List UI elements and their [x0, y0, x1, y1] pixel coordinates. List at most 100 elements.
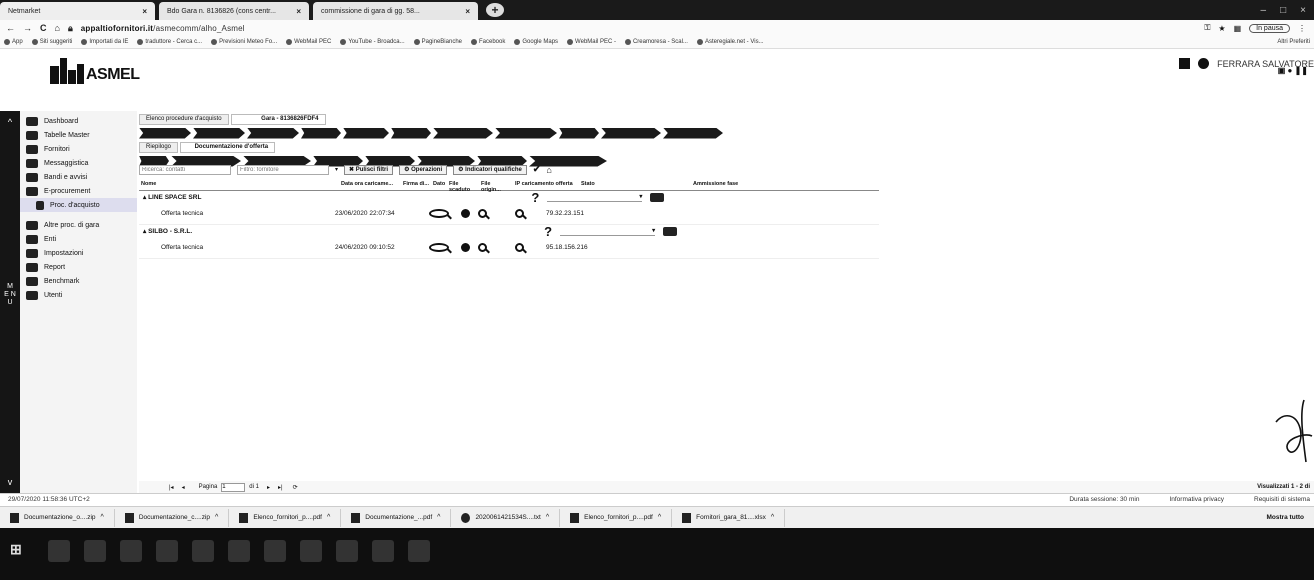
- bookmark[interactable]: Creamoresa - Scal...: [624, 39, 688, 45]
- bookmark[interactable]: App: [4, 39, 23, 45]
- tab-netmarket[interactable]: Netmarket ×: [0, 2, 155, 20]
- tab-commissione[interactable]: commissione di gara di gg. 58... ×: [313, 2, 478, 20]
- new-tab-icon[interactable]: +: [486, 3, 504, 17]
- chevron-down-icon[interactable]: v: [8, 477, 13, 487]
- bookmark[interactable]: Facebook: [471, 39, 505, 45]
- bookmark[interactable]: YouTube - Broadca...: [340, 39, 405, 45]
- col-data[interactable]: Data ora caricame...: [339, 180, 401, 190]
- workflow-step[interactable]: [495, 127, 557, 139]
- user-name[interactable]: FERRARA SALVATORE: [1217, 59, 1314, 69]
- next-page-icon[interactable]: ▸: [267, 484, 270, 491]
- taskbar-app-icon[interactable]: [372, 540, 394, 562]
- extension-icon[interactable]: ▦: [1234, 24, 1242, 33]
- download-item[interactable]: Elenco_fornitori_p....pdf ^: [229, 508, 342, 527]
- download-item[interactable]: 2020061421534S....txt ^: [451, 508, 561, 527]
- bookmark[interactable]: WebMail PEC: [286, 39, 331, 45]
- filter-input[interactable]: [237, 164, 329, 175]
- refresh-icon[interactable]: ⟳: [293, 484, 298, 491]
- taskbar-app-icon[interactable]: [264, 540, 286, 562]
- chevron-up-icon[interactable]: ^: [101, 514, 104, 521]
- taskbar-app-icon[interactable]: [156, 540, 178, 562]
- workflow-step[interactable]: [301, 127, 341, 139]
- chevron-up-icon[interactable]: ^: [771, 514, 774, 521]
- col-ip[interactable]: IP caricamento offerta: [513, 180, 579, 190]
- download-item[interactable]: Documentazione_...pdf ^: [341, 508, 452, 527]
- sidebar-item-report[interactable]: Report: [20, 260, 137, 274]
- taskbar-app-icon[interactable]: [192, 540, 214, 562]
- workflow-step[interactable]: [663, 127, 723, 139]
- taskbar-app-icon[interactable]: [300, 540, 322, 562]
- workflow-step[interactable]: [193, 127, 245, 139]
- notification-icon[interactable]: [1179, 58, 1191, 69]
- workflow-step[interactable]: [391, 127, 431, 139]
- col-dato[interactable]: Dato: [431, 180, 447, 190]
- operations-button[interactable]: ⚙ Operazioni: [399, 164, 448, 175]
- chevron-up-icon[interactable]: ^: [546, 514, 549, 521]
- chevron-up-icon[interactable]: ^: [658, 514, 661, 521]
- last-page-icon[interactable]: ▸|: [278, 484, 283, 491]
- search-input[interactable]: [139, 164, 231, 175]
- taskbar-app-icon[interactable]: [228, 540, 250, 562]
- taskbar-app-icon[interactable]: [120, 540, 142, 562]
- col-nome[interactable]: Nome: [139, 180, 339, 190]
- clear-filters-button[interactable]: ✖ Pulisci filtri: [344, 164, 394, 175]
- breadcrumb-gara[interactable]: Gara - 8136826FDF4: [230, 113, 326, 125]
- user-icon[interactable]: [1198, 58, 1210, 69]
- workflow-step[interactable]: [247, 127, 299, 139]
- star-icon[interactable]: ★: [1218, 24, 1225, 33]
- minimize-icon[interactable]: –: [1261, 5, 1267, 16]
- sidebar-item-messaggistica[interactable]: Messaggistica: [20, 156, 137, 170]
- table-row[interactable]: Offerta tecnica 23/06/2020 22:07:34 79.3…: [139, 203, 879, 225]
- stato-select[interactable]: ▾: [547, 192, 643, 202]
- col-file-scaduto[interactable]: File scaduto: [447, 180, 479, 193]
- tab-documentazione-offerta[interactable]: Documentazione d'offerta: [180, 141, 276, 153]
- other-bookmarks[interactable]: Altri Preferiti: [1277, 39, 1314, 45]
- workflow-step[interactable]: [559, 127, 599, 139]
- workflow-step[interactable]: [139, 127, 191, 139]
- search-icon[interactable]: [515, 209, 524, 218]
- col-stato[interactable]: Stato: [579, 180, 691, 190]
- windows-start-icon[interactable]: ⊞: [10, 541, 28, 559]
- bookmark[interactable]: traduttore - Cerca c...: [137, 39, 202, 45]
- bookmark[interactable]: Siti suggeriti: [31, 39, 72, 45]
- chevron-up-icon[interactable]: ^: [327, 514, 330, 521]
- taskbar-app-icon[interactable]: [408, 540, 430, 562]
- asmel-logo[interactable]: ASMEL: [50, 58, 140, 84]
- maximize-icon[interactable]: □: [1280, 5, 1286, 16]
- group-header[interactable]: ▴ SILBO - S.R.L. ? ▾: [139, 224, 879, 239]
- reload-icon[interactable]: C: [40, 23, 47, 33]
- show-all-button[interactable]: Mostra tutto: [1266, 514, 1314, 521]
- forward-icon[interactable]: →: [23, 23, 32, 33]
- sidebar-item-bandi[interactable]: Bandi e avvisi: [20, 170, 137, 184]
- privacy-link[interactable]: Informativa privacy: [1169, 496, 1224, 503]
- taskbar-app-icon[interactable]: [336, 540, 358, 562]
- url-field[interactable]: appaltiofornitori.it/asmecomm/alho_Asmel: [81, 24, 245, 33]
- sidebar-item-tabelle-master[interactable]: Tabelle Master: [20, 128, 137, 142]
- thumb-icon[interactable]: [650, 192, 665, 202]
- workflow-step[interactable]: [343, 127, 389, 139]
- close-window-icon[interactable]: ×: [1300, 5, 1306, 16]
- download-item[interactable]: Fornitori_gara_81....xlsx ^: [672, 508, 786, 527]
- sidebar-item-proc-acquisto[interactable]: Proc. d'acquisto: [20, 198, 137, 212]
- sidebar-item-enti[interactable]: Enti: [20, 232, 137, 246]
- workflow-step[interactable]: [601, 127, 661, 139]
- tab-riepilogo[interactable]: Riepilogo: [139, 141, 179, 153]
- close-icon[interactable]: ×: [465, 7, 470, 16]
- breadcrumb-elenco[interactable]: Elenco procedure d'acquisto: [139, 113, 229, 125]
- download-item[interactable]: Elenco_fornitori_p....pdf ^: [560, 508, 673, 527]
- sidebar-item-fornitori[interactable]: Fornitori: [20, 142, 137, 156]
- home-icon[interactable]: ⌂: [55, 23, 60, 33]
- page-input[interactable]: [221, 482, 246, 492]
- requirements-link[interactable]: Requisiti di sistema: [1254, 496, 1310, 503]
- bookmark[interactable]: WebMail PEC -: [567, 39, 616, 45]
- search-icon[interactable]: [429, 243, 449, 252]
- thumb-icon[interactable]: [663, 226, 678, 236]
- sidebar-item-eprocurement[interactable]: E-procurement: [20, 184, 137, 198]
- chevron-up-icon[interactable]: ^: [8, 117, 12, 127]
- sidebar-item-altre-proc[interactable]: Altre proc. di gara: [20, 218, 137, 232]
- table-row[interactable]: Offerta tecnica 24/06/2020 09:10:52 95.1…: [139, 237, 879, 259]
- qualification-button[interactable]: ⚙ Indicatori qualifiche: [453, 164, 527, 175]
- chevron-up-icon[interactable]: ^: [215, 514, 218, 521]
- bookmark[interactable]: PagineBianche: [413, 39, 462, 45]
- bookmark[interactable]: Previsioni Meteo Fo...: [211, 39, 277, 45]
